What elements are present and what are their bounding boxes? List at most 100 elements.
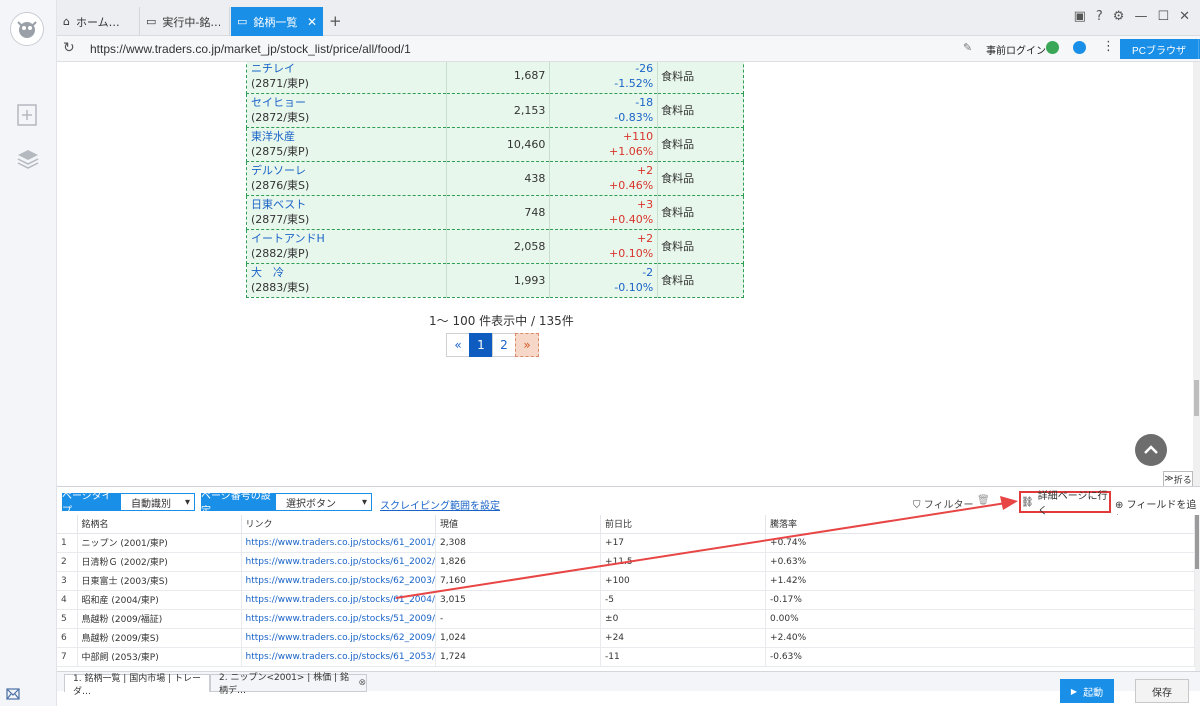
edit-icon[interactable]: ✎ — [963, 41, 972, 54]
layers-icon[interactable] — [16, 148, 40, 172]
reload-icon[interactable]: ↻ — [63, 40, 75, 56]
row-number: 6 — [57, 628, 78, 648]
change-cell: -11 — [600, 647, 767, 667]
scrape-range-link[interactable]: スクレイピング範囲を設定 — [380, 497, 500, 512]
pc-browser-button[interactable]: PCブラウザ — [1120, 39, 1198, 59]
filter-icon: ⛉ — [913, 500, 921, 511]
stock-name-cell: デルソーレ (2876/東S) — [246, 161, 447, 196]
stock-name-cell: 日東富士 (2003/東S) — [77, 571, 242, 591]
stock-name-cell: 東洋水産 (2875/東P) — [246, 127, 447, 162]
extension-green-icon[interactable] — [1046, 41, 1059, 54]
app-logo-icon — [10, 12, 44, 46]
page-type-label: ページタイプ — [62, 491, 120, 517]
stock-sector: 食料品 — [657, 263, 744, 298]
minimize-button[interactable]: — — [1134, 9, 1147, 24]
close-icon[interactable]: ⊗ — [358, 678, 366, 688]
tab-label: 実行中-銘… — [162, 15, 221, 29]
column-header[interactable]: リンク — [241, 515, 437, 534]
chevron-up-icon — [1144, 445, 1158, 454]
change-cell: +17 — [600, 533, 767, 553]
prev-page-button[interactable]: « — [446, 333, 470, 357]
stock-name-cell: 日清粉Ｇ (2002/東P) — [77, 552, 242, 572]
bottom-tab-2[interactable]: 2. ニップン<2001> | 株価 | 銘柄デ… ⊗ — [210, 673, 367, 696]
stock-name-link[interactable]: 東洋水産 — [251, 129, 446, 144]
table-row[interactable]: 3 日東富士 (2003/東S) https://www.traders.co.jp… — [57, 571, 1195, 591]
stock-change-cell: +3 +0.40% — [549, 195, 659, 230]
close-icon[interactable]: ✕ — [307, 15, 317, 29]
settings-icon[interactable]: ⚙ — [1113, 9, 1125, 24]
url-input[interactable] — [82, 38, 979, 59]
page-scrollbar[interactable] — [1193, 62, 1200, 486]
go-to-detail-page-button[interactable]: ⛓ 詳細ページに行く — [1019, 491, 1111, 517]
link-cell: https://www.traders.co.jp/stocks/61_2002… — [241, 552, 437, 572]
pct-cell: +0.63% — [765, 552, 1195, 572]
stock-name-link[interactable]: 日東ベスト — [251, 197, 446, 212]
page-type-select[interactable]: 自動識別 ▾ — [120, 493, 195, 511]
save-button[interactable]: 保存 — [1135, 679, 1189, 703]
stock-name-link[interactable]: ニチレイ — [251, 62, 446, 76]
column-header[interactable]: 銘柄名 — [77, 515, 242, 534]
stock-change: +110 — [622, 130, 654, 143]
stock-sector: 食料品 — [657, 62, 744, 94]
fold-label: 折る — [1173, 475, 1192, 486]
page-2-button[interactable]: 2 — [492, 333, 516, 357]
price-cell: 7,160 — [435, 571, 602, 591]
link-cell: https://www.traders.co.jp/stocks/61_2001… — [241, 533, 437, 553]
page-1-button[interactable]: 1 — [469, 333, 493, 357]
stock-sector: 食料品 — [657, 127, 744, 162]
table-row[interactable]: 6 鳥越粉 (2009/東S) https://www.traders.co.jp/… — [57, 628, 1195, 648]
stock-change-cell: +110 +1.06% — [549, 127, 659, 162]
filter-button[interactable]: ⛉ フィルター — [913, 496, 974, 511]
column-header[interactable]: 前日比 — [600, 515, 767, 534]
stock-row: 大 冷 (2883/東S) 1,993 -2 -0.10% 食料品 — [246, 263, 744, 298]
stock-row: デルソーレ (2876/東S) 438 +2 +0.46% 食料品 — [246, 161, 744, 196]
stock-change-pct: -0.83% — [614, 111, 654, 124]
tab-stock-list[interactable]: ▭ 銘柄一覧 | … ✕ — [231, 7, 323, 36]
stock-sector: 食料品 — [657, 195, 744, 230]
stock-row: イートアンドH (2882/東P) 2,058 +2 +0.10% 食料品 — [246, 229, 744, 264]
table-row[interactable]: 7 中部飼 (2053/東P) https://www.traders.co.jp/… — [57, 647, 1195, 667]
fold-button[interactable]: ≫ 折る — [1163, 471, 1193, 486]
mail-icon[interactable] — [6, 688, 20, 700]
page-number-select[interactable]: 選択ボタン ▾ — [275, 493, 372, 511]
table-row[interactable]: 2 日清粉Ｇ (2002/東P) https://www.traders.co.jp… — [57, 552, 1195, 572]
change-cell: +11.5 — [600, 552, 767, 572]
maximize-button[interactable]: ☐ — [1157, 9, 1169, 24]
filter-label: フィルター — [923, 500, 974, 511]
panel-scrollbar[interactable] — [1195, 515, 1200, 673]
next-page-button[interactable]: » — [515, 333, 539, 357]
price-cell: 1,024 — [435, 628, 602, 648]
new-tab-button[interactable]: + — [329, 12, 342, 30]
scroll-to-top-button[interactable] — [1135, 434, 1167, 466]
gift-icon[interactable]: ▣ — [1074, 9, 1086, 24]
table-row[interactable]: 1 ニップン (2001/東P) https://www.traders.co.jp… — [57, 533, 1195, 553]
stock-row: ニチレイ (2871/東P) 1,687 -26 -1.52% 食料品 — [246, 62, 744, 94]
stock-name-link[interactable]: セイヒョー — [251, 95, 446, 110]
stock-change-pct: -1.52% — [614, 76, 654, 90]
stock-name-cell: 鳥越粉 (2009/福証) — [77, 609, 242, 629]
pre-login-button[interactable]: 事前ログイン — [986, 42, 1046, 57]
trash-icon[interactable]: 🗑 — [977, 495, 990, 506]
plus-circle-icon: ⊕ — [1115, 500, 1124, 511]
bottom-tab-1[interactable]: 1. 銘柄一覧 | 国内市場 | トレーダ… — [64, 674, 210, 697]
close-window-button[interactable]: ✕ — [1179, 9, 1190, 24]
bottom-tab-bar: 1. 銘柄一覧 | 国内市場 | トレーダ… 2. ニップン<2001> | 株… — [57, 671, 1200, 697]
more-menu-icon[interactable]: ⋮ — [1102, 39, 1115, 54]
table-row[interactable]: 5 鳥越粉 (2009/福証) https://www.traders.co.jp/… — [57, 609, 1195, 629]
new-task-icon[interactable] — [16, 103, 40, 127]
tab-running[interactable]: ▭ 実行中-銘… — [140, 7, 230, 36]
stock-name-link[interactable]: デルソーレ — [251, 163, 446, 178]
table-row[interactable]: 4 昭和産 (2004/東P) https://www.traders.co.jp/… — [57, 590, 1195, 610]
stock-name-link[interactable]: イートアンドH — [251, 231, 446, 246]
change-cell: +100 — [600, 571, 767, 591]
tab-label: 銘柄一覧 | … — [253, 15, 301, 29]
column-header[interactable]: 現値 — [435, 515, 602, 534]
column-header[interactable]: 騰落率 — [765, 515, 1195, 534]
row-number: 3 — [57, 571, 78, 591]
extension-blue-icon[interactable] — [1073, 41, 1086, 54]
stock-name-link[interactable]: 大 冷 — [251, 265, 446, 280]
web-content: ニチレイ (2871/東P) 1,687 -26 -1.52% 食料品 セイヒョー (2872… — [57, 62, 1193, 486]
help-icon[interactable]: ? — [1096, 9, 1103, 24]
tab-home[interactable]: ⌂ ホーム… — [57, 7, 140, 36]
run-button[interactable]: ▶ 起動 — [1060, 679, 1114, 703]
